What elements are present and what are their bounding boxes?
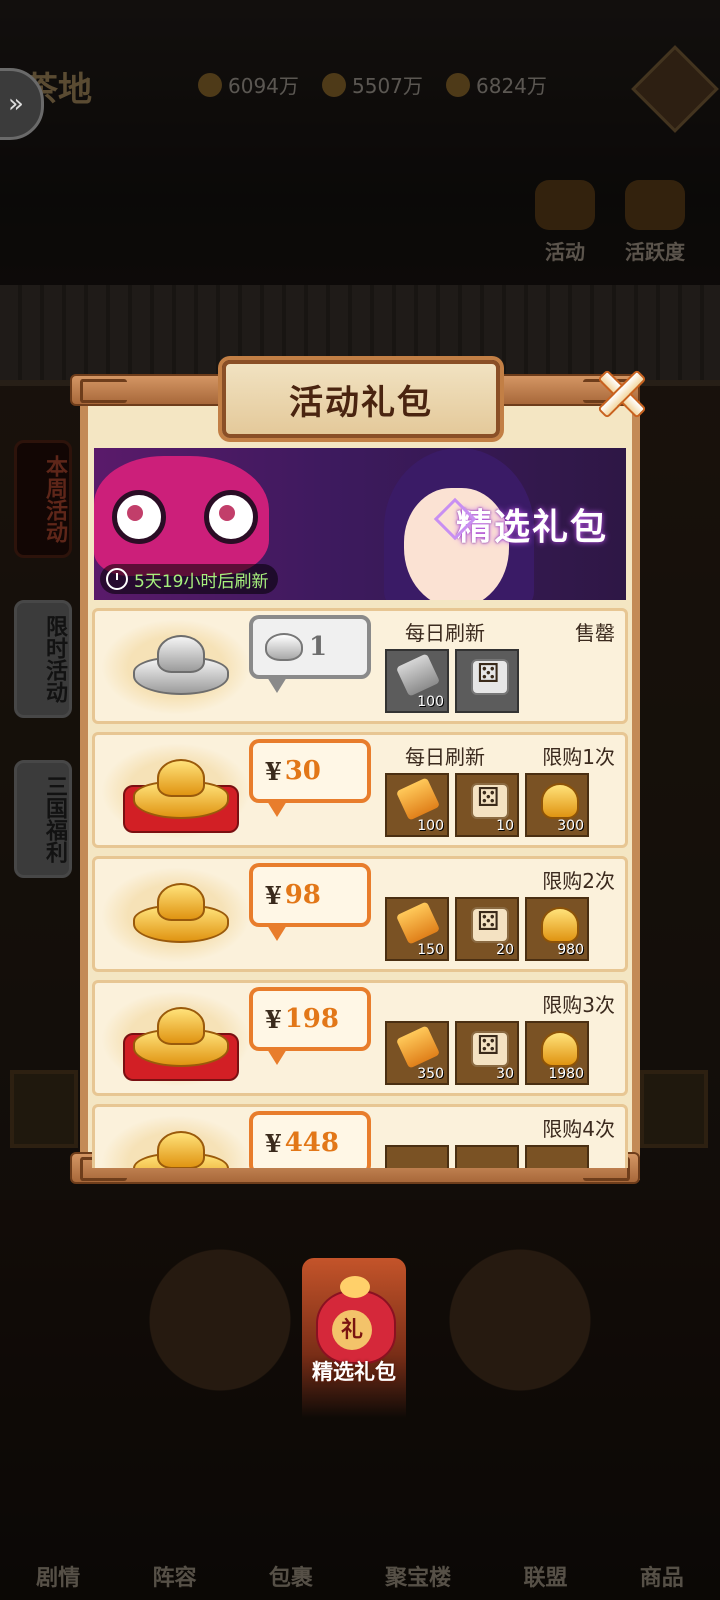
reward-item[interactable]: 100	[385, 773, 449, 837]
activity-icon	[535, 180, 595, 230]
featured-pack-label: 精选礼包	[312, 1359, 396, 1384]
purchase-limit-label: 限购4次	[542, 1117, 615, 1141]
nav-alliance[interactable]: 联盟	[523, 1560, 567, 1592]
pack-card[interactable]: 1 每日刷新 售罄 100	[92, 608, 628, 724]
reward-item[interactable]: 150	[385, 897, 449, 961]
reward-item[interactable]: 30	[455, 1021, 519, 1085]
gold-ingot-icon	[541, 783, 579, 819]
liveness-icon	[625, 180, 685, 230]
refresh-timer: 5天19小时后刷新	[100, 564, 279, 594]
close-icon[interactable]	[590, 363, 648, 421]
price-button[interactable]: ¥ 448	[249, 1111, 371, 1168]
gold-ingot-icon	[133, 759, 229, 819]
reward-item[interactable]: 980	[525, 897, 589, 961]
ticket-icon	[395, 653, 441, 697]
reward-item[interactable]: 10	[455, 773, 519, 837]
gold-ingot-icon	[133, 883, 229, 943]
gold-ingot-icon	[541, 907, 579, 943]
lion-dance-illustration	[94, 456, 269, 576]
silver-ingot-icon	[133, 635, 229, 695]
purchase-limit-label: 限购1次	[542, 745, 615, 769]
gold-ingot-icon	[133, 1007, 229, 1067]
gold-ingot-icon	[133, 1131, 229, 1168]
resource-icon	[446, 72, 470, 97]
resource-2: 5507万	[322, 70, 423, 99]
dice-icon	[471, 1031, 509, 1067]
nav-story[interactable]: 剧情	[36, 1560, 80, 1592]
reward-item[interactable]: 100	[385, 649, 449, 713]
lantern-right	[640, 1070, 708, 1148]
resource-3: 6824万	[446, 70, 547, 99]
clock-icon	[106, 568, 128, 590]
bottom-navigation: 剧情 阵容 包裹 聚宝楼 联盟 商品	[0, 1520, 720, 1600]
purchase-limit-label: 限购2次	[542, 869, 615, 893]
ticket-icon	[395, 777, 441, 821]
silver-coin-icon	[265, 633, 303, 661]
nav-treasure[interactable]: 聚宝楼	[385, 1560, 451, 1592]
reward-item[interactable]	[455, 1145, 519, 1168]
popup-title: 活动礼包	[222, 360, 500, 438]
side-tag-welfare[interactable]: 三国福利	[14, 760, 72, 878]
dice-icon	[471, 907, 509, 943]
reward-item[interactable]: 300	[525, 773, 589, 837]
reward-item[interactable]: 20	[455, 897, 519, 961]
featured-banner: 精选礼包 5天19小时后刷新	[94, 448, 626, 600]
reward-item[interactable]	[525, 1145, 589, 1168]
nav-shop[interactable]: 商品	[640, 1560, 684, 1592]
purchase-limit-label: 限购3次	[542, 993, 615, 1017]
price-button[interactable]: 1	[249, 615, 371, 693]
refresh-label: 每日刷新	[405, 621, 485, 645]
activity-button[interactable]: 活动	[530, 180, 600, 265]
side-tag-weekly-activity[interactable]: 本周活动	[14, 440, 72, 558]
dice-icon	[471, 659, 509, 695]
gold-ingot-icon	[541, 1031, 579, 1067]
ticket-icon	[395, 1025, 441, 1069]
pack-card[interactable]: ¥ 198 限购3次 350 30 1980	[92, 980, 628, 1096]
liveness-button[interactable]: 活跃度	[620, 180, 690, 265]
price-button[interactable]: ¥ 98	[249, 863, 371, 941]
reward-item[interactable]: 350	[385, 1021, 449, 1085]
pack-list[interactable]: 1 每日刷新 售罄 100 ¥ 30 每日刷新 限购1次 100 10 300 …	[92, 608, 628, 1168]
coin-icon	[198, 72, 222, 97]
reward-item[interactable]: 1980	[525, 1021, 589, 1085]
nav-bag[interactable]: 包裹	[269, 1560, 313, 1592]
featured-pack-tab[interactable]: 礼 精选礼包	[302, 1258, 406, 1418]
sold-out-label: 售罄	[575, 621, 615, 645]
lantern-left	[10, 1070, 78, 1148]
background-top	[0, 0, 720, 330]
pack-card[interactable]: ¥ 448 限购4次	[92, 1104, 628, 1168]
price-button[interactable]: ¥ 198	[249, 987, 371, 1065]
gift-char: 礼	[332, 1310, 372, 1350]
side-tag-limited-activity[interactable]: 限时活动	[14, 600, 72, 718]
resource-icon	[322, 72, 346, 97]
dice-icon	[471, 783, 509, 819]
resource-1: 6094万	[198, 70, 299, 99]
banner-title: 精选礼包	[456, 498, 608, 550]
reward-item[interactable]	[385, 1145, 449, 1168]
price-button[interactable]: ¥ 30	[249, 739, 371, 817]
refresh-label: 每日刷新	[405, 745, 485, 769]
double-chevron-icon: »	[8, 89, 24, 119]
pack-card[interactable]: ¥ 98 限购2次 150 20 980	[92, 856, 628, 972]
pack-card[interactable]: ¥ 30 每日刷新 限购1次 100 10 300	[92, 732, 628, 848]
ticket-icon	[395, 901, 441, 945]
nav-lineup[interactable]: 阵容	[152, 1560, 196, 1592]
reward-item[interactable]	[455, 649, 519, 713]
